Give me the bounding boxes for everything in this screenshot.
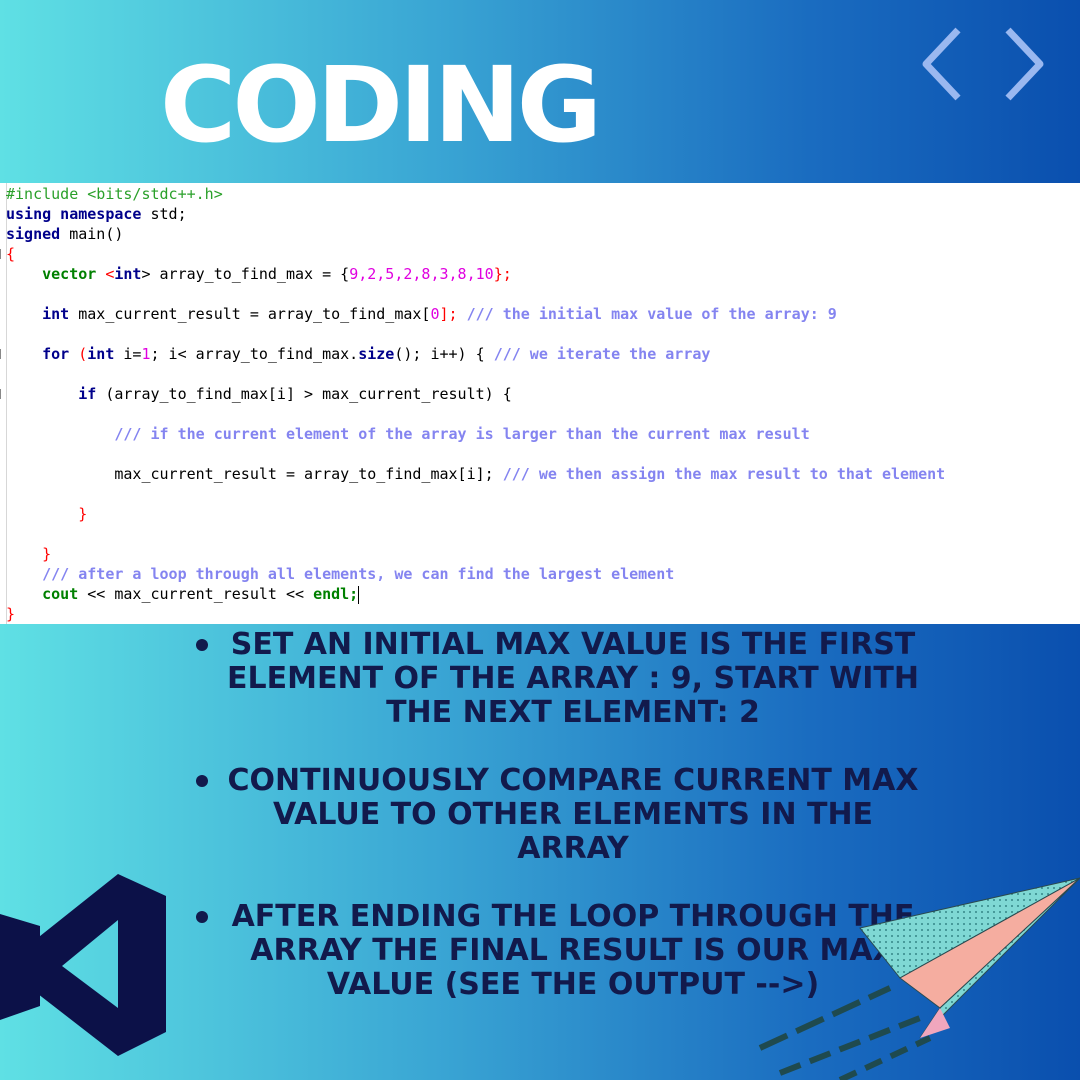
code-line-11: } — [6, 504, 87, 524]
brace: } — [6, 605, 16, 623]
keyword: cout — [42, 585, 79, 603]
type-name: vector — [42, 265, 97, 283]
operator: ( — [78, 345, 88, 363]
code-text: (array_to_find_max[i] > max_current_resu… — [105, 385, 512, 403]
page-title: CODING — [160, 44, 602, 166]
code-line-5: vector <int> array_to_find_max = {9,2,5,… — [6, 264, 512, 284]
code-line-9: /// if the current element of the array … — [6, 424, 810, 444]
code-line-10: max_current_result = array_to_find_max[i… — [6, 464, 945, 484]
code-text: max_current_result = array_to_find_max[i… — [114, 465, 494, 483]
code-line-13: /// after a loop through all elements, w… — [6, 564, 674, 584]
code-line-2: using namespace std; — [6, 204, 187, 224]
method-name: size — [358, 345, 395, 363]
keyword: signed — [6, 225, 61, 243]
operator: ]; — [439, 305, 458, 323]
brace: } — [78, 505, 88, 523]
code-line-4: { — [6, 244, 15, 264]
code-comment: /// we iterate the array — [493, 345, 711, 363]
code-text: i= — [123, 345, 142, 363]
fold-marker — [0, 389, 5, 399]
code-text: > array_to_find_max = { — [141, 265, 350, 283]
code-text: (); i++) { — [394, 345, 485, 363]
bullet-text: CONTINUOUSLY COMPARE CURRENT MAX VALUE T… — [227, 763, 919, 866]
visual-studio-logo-icon — [0, 874, 166, 1056]
code-line-12: } — [6, 544, 51, 564]
namespace-name: std; — [150, 205, 187, 223]
paper-plane-icon — [758, 877, 1080, 1080]
code-comment: /// after a loop through all elements, w… — [42, 565, 675, 583]
number-literal: 1 — [141, 345, 151, 363]
bullet-text: SET AN INITIAL MAX VALUE IS THE FIRST EL… — [227, 627, 919, 730]
fold-marker — [0, 249, 5, 259]
code-text: << max_current_result << — [87, 585, 305, 603]
code-line-1: #include <bits/stdc++.h> — [6, 184, 223, 204]
keyword: int — [114, 265, 142, 283]
keyword: if — [78, 385, 97, 403]
keyword: for — [42, 345, 70, 363]
bullet-dot — [196, 911, 208, 923]
keyword: int — [87, 345, 115, 363]
code-text: ; i< array_to_find_max. — [150, 345, 359, 363]
code-line-15: } — [6, 604, 15, 624]
bullet-item: SET AN INITIAL MAX VALUE IS THE FIRST EL… — [190, 628, 920, 730]
text-cursor — [358, 585, 360, 604]
operator: }; — [493, 265, 512, 283]
bullet-dot — [196, 775, 208, 787]
bullet-dot — [196, 639, 208, 651]
code-line-3: signed main() — [6, 224, 123, 244]
number-literals: 9,2,5,2,8,3,8,10 — [349, 265, 494, 283]
code-comment: /// if the current element of the array … — [114, 425, 810, 443]
code-line-8: if (array_to_find_max[i] > max_current_r… — [6, 384, 512, 404]
include-directive: #include <bits/stdc++.h> — [6, 185, 223, 203]
fold-marker — [0, 349, 5, 359]
code-brackets-icon — [922, 27, 1044, 101]
code-comment: /// the initial max value of the array: … — [466, 305, 837, 323]
code-line-7: for (int i=1; i< array_to_find_max.size(… — [6, 344, 710, 364]
keyword: endl; — [313, 585, 359, 603]
code-line-14: cout << max_current_result << endl; — [6, 584, 360, 604]
main-signature: main() — [69, 225, 124, 243]
code-line-6: int max_current_result = array_to_find_m… — [6, 304, 837, 324]
brace: } — [42, 545, 52, 563]
bullet-item: CONTINUOUSLY COMPARE CURRENT MAX VALUE T… — [190, 764, 920, 866]
code-comment: /// we then assign the max result to tha… — [502, 465, 946, 483]
keyword: using namespace — [6, 205, 142, 223]
code-text: max_current_result = array_to_find_max[ — [78, 305, 431, 323]
code-editor-panel: #include <bits/stdc++.h> using namespace… — [0, 183, 1080, 624]
brace: { — [6, 245, 16, 263]
keyword: int — [42, 305, 70, 323]
